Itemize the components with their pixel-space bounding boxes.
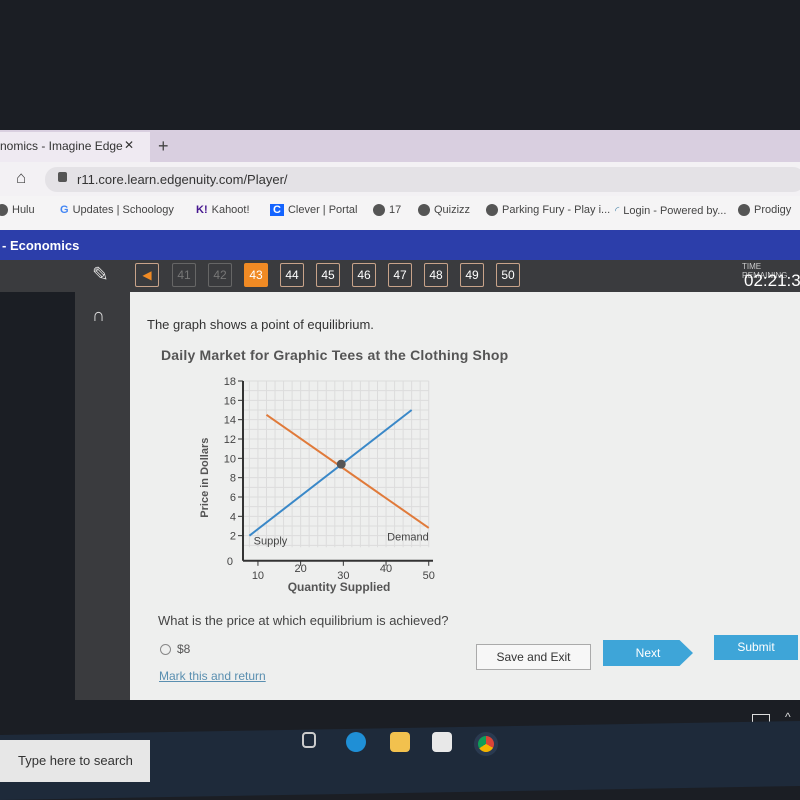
question-button-50[interactable]: 50: [496, 263, 520, 287]
bookmark-prodigy[interactable]: Prodigy: [738, 204, 791, 216]
url-input[interactable]: r11.core.learn.edgenuity.com/Player/: [45, 167, 800, 192]
question-button-43[interactable]: 43: [244, 263, 268, 287]
y-tick-label: 10: [224, 453, 236, 465]
course-header: - Economics: [0, 230, 800, 260]
tab-title: nomics - Imagine Edge: [0, 139, 123, 153]
y-tick-label: 6: [230, 492, 236, 504]
new-tab-icon[interactable]: +: [158, 136, 169, 157]
bookmark-schoology[interactable]: G Updates | Schoology: [60, 204, 174, 216]
tool-sidebar: [75, 292, 130, 700]
mark-and-return-link[interactable]: Mark this and return: [159, 669, 266, 683]
prev-button[interactable]: ◀: [135, 263, 159, 287]
option-label: $8: [177, 643, 191, 655]
home-icon[interactable]: ⌂: [16, 168, 26, 188]
x-tick-label: 20: [295, 563, 307, 575]
kahoot-icon: K!: [196, 204, 208, 216]
y-tick-label: 2: [230, 531, 236, 543]
browser-tab[interactable]: nomics - Imagine Edge ✕: [0, 132, 150, 162]
x-tick-label: 50: [423, 570, 435, 582]
question-button-44[interactable]: 44: [280, 263, 304, 287]
bookmark-label: Parking Fury - Play i...: [502, 204, 611, 216]
bookmark-17[interactable]: 17: [373, 204, 401, 216]
bookmark-clever[interactable]: C Clever | Portal: [270, 204, 357, 216]
radio-button[interactable]: [160, 643, 171, 655]
globe-icon: [738, 204, 750, 216]
next-button[interactable]: Next: [603, 640, 693, 666]
y-tick-label: 0: [227, 556, 233, 568]
bookmark-label: Hulu: [12, 204, 35, 216]
x-tick-label: 40: [380, 563, 392, 575]
series-line-demand: [265, 414, 430, 529]
y-axis-label: Price in Dollars: [199, 438, 211, 518]
lock-icon: [58, 172, 67, 182]
task-view-icon[interactable]: [302, 732, 316, 748]
question-button-47[interactable]: 47: [388, 263, 412, 287]
question-button-49[interactable]: 49: [460, 263, 484, 287]
save-and-exit-button[interactable]: Save and Exit: [476, 644, 591, 670]
edge-icon[interactable]: [346, 732, 366, 752]
pencil-icon[interactable]: ✎: [92, 262, 109, 287]
headphones-icon[interactable]: ∩: [92, 305, 105, 326]
series-label-demand: Demand: [387, 532, 429, 544]
question-button-41[interactable]: 41: [172, 263, 196, 287]
bookmark-label: Clever | Portal: [287, 204, 358, 216]
series-label-supply: Supply: [254, 535, 288, 547]
answer-option[interactable]: $8: [160, 643, 190, 655]
globe-icon: [0, 204, 8, 216]
bookmark-hulu[interactable]: Hulu: [0, 204, 35, 216]
close-tab-icon[interactable]: ✕: [124, 138, 134, 152]
submit-button[interactable]: Submit: [714, 635, 798, 660]
bookmark-label: Quizizz: [434, 204, 471, 216]
prompt-text: The graph shows a point of equilibrium.: [147, 317, 374, 332]
bookmark-quizizz[interactable]: Quizizz: [418, 204, 470, 216]
bookmark-login[interactable]: ◜ Login - Powered by...: [615, 204, 727, 218]
y-tick-label: 8: [230, 473, 236, 485]
taskbar-search[interactable]: Type here to search: [0, 740, 150, 782]
y-tick-label: 4: [230, 511, 236, 523]
globe-icon: [373, 204, 385, 216]
file-explorer-icon[interactable]: [390, 732, 410, 752]
x-axis-label: Quantity Supplied: [288, 580, 391, 594]
bookmark-kahoot[interactable]: K! Kahoot!: [196, 204, 250, 216]
bookmark-label: Prodigy: [754, 204, 792, 216]
clever-icon: C: [270, 204, 284, 216]
y-tick-label: 16: [224, 395, 236, 407]
wifi-icon: ◜: [615, 205, 620, 217]
time-remaining: 02:21:31: [744, 271, 800, 290]
x-tick-label: 10: [252, 570, 264, 582]
supply-demand-chart: 0246810121416181020304050Supply DemandQua…: [199, 376, 435, 594]
globe-icon: [418, 204, 430, 216]
question-button-45[interactable]: 45: [316, 263, 340, 287]
y-tick-label: 14: [224, 415, 236, 427]
y-tick-label: 18: [224, 376, 236, 388]
question-button-46[interactable]: 46: [352, 263, 376, 287]
question-text: What is the price at which equilibrium i…: [158, 613, 449, 628]
chrome-icon[interactable]: [474, 732, 498, 756]
question-button-42[interactable]: 42: [208, 263, 232, 287]
globe-icon: [486, 204, 498, 216]
store-icon[interactable]: [432, 732, 452, 752]
bookmark-label: Updates | Schoology: [72, 204, 174, 216]
bookmark-label: 17: [389, 204, 402, 216]
bookmark-parking-fury[interactable]: Parking Fury - Play i...: [486, 204, 610, 216]
y-tick-label: 12: [224, 434, 236, 446]
bookmarks-bar: Hulu G Updates | Schoology K! Kahoot! C Cle…: [0, 196, 800, 230]
bookmark-label: Login - Powered by...: [623, 204, 727, 217]
equilibrium-point: [336, 459, 346, 469]
google-icon: G: [60, 204, 69, 216]
question-button-48[interactable]: 48: [424, 263, 448, 287]
bookmark-label: Kahoot!: [211, 204, 250, 216]
